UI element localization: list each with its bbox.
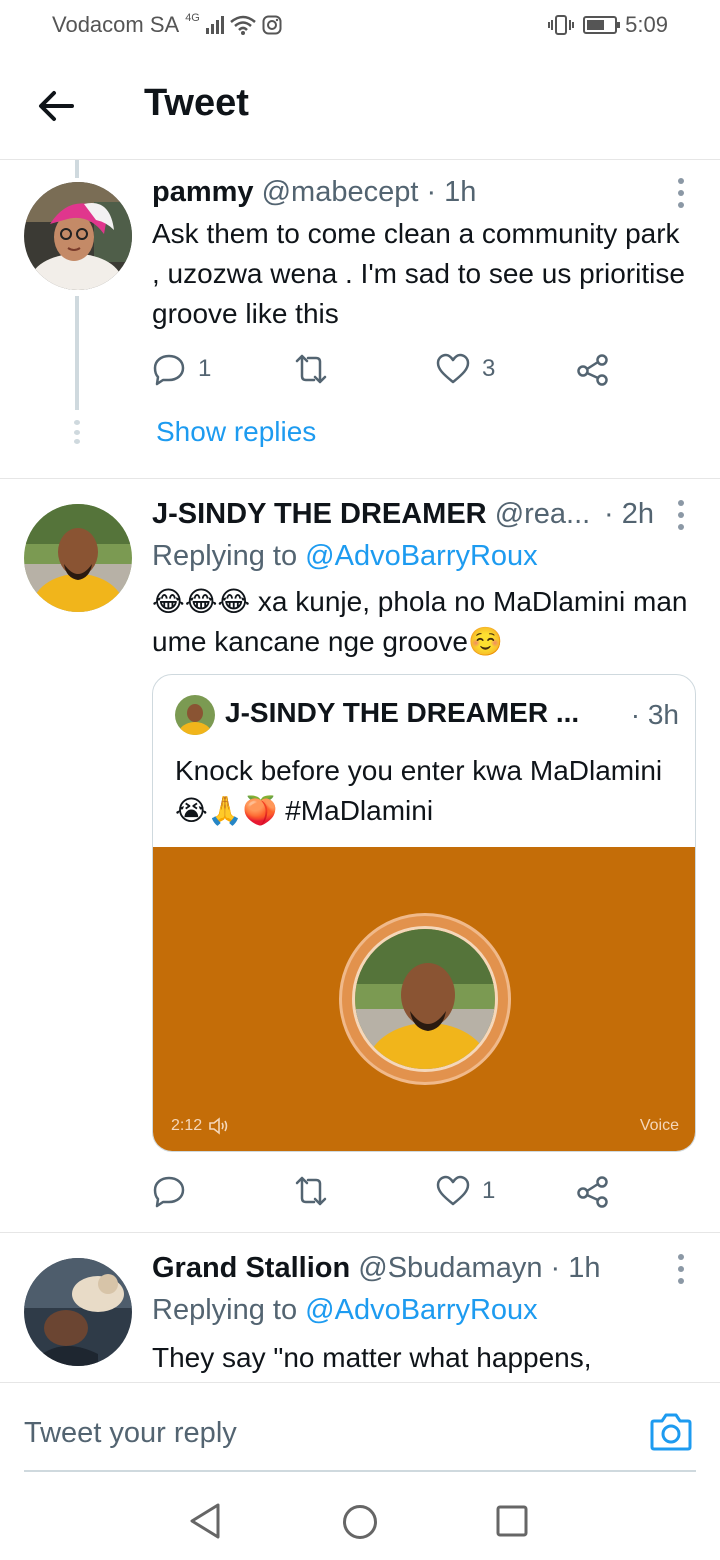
share-icon xyxy=(577,354,608,386)
reply-composer: Tweet your reply xyxy=(0,1382,720,1472)
avatar[interactable] xyxy=(24,1258,132,1366)
tweet-text: 😂😂😂 xa kunje, phola no MaDlamini man ume… xyxy=(152,586,688,657)
system-nav-bar xyxy=(0,1472,720,1560)
show-replies-link[interactable]: Show replies xyxy=(156,416,316,448)
tweet-text: They say "no matter what happens, xyxy=(152,1342,592,1373)
replying-to-prefix: Replying to xyxy=(152,540,298,572)
more-options-icon[interactable] xyxy=(676,1254,686,1284)
carrier-label: Vodacom SA xyxy=(52,12,180,37)
author-handle[interactable]: @Sbudamayn xyxy=(358,1252,542,1284)
like-count: 1 xyxy=(482,1177,496,1204)
speaker-icon[interactable] xyxy=(208,1117,230,1135)
author-handle[interactable]: @mabecept xyxy=(262,176,419,208)
wifi-icon xyxy=(230,15,256,35)
back-nav-icon[interactable] xyxy=(188,1502,222,1540)
quoted-tweet-text: Knock before you enter kwa MaDlamini😭🙏🍑 … xyxy=(175,755,663,826)
tweet-text: Ask them to come clean a community park … xyxy=(152,218,685,329)
vibrate-icon xyxy=(548,15,575,35)
tweet-author-line: Grand Stallion @Sbudamayn · 1h xyxy=(152,1252,601,1285)
divider xyxy=(0,478,720,479)
clock: 5:09 xyxy=(625,12,668,37)
instagram-icon xyxy=(262,15,282,35)
quoted-tweet-card[interactable]: J-SINDY THE DREAMER ... · 3h Knock befor… xyxy=(152,674,696,1152)
signal-icon xyxy=(205,16,224,34)
reply-input[interactable]: Tweet your reply xyxy=(24,1417,237,1450)
replying-to-line: Replying to @AdvoBarryRoux xyxy=(152,540,538,573)
top-app-bar: Tweet xyxy=(0,50,720,160)
status-right: 5:09 xyxy=(547,12,668,38)
voice-media[interactable]: 2:12 Voice xyxy=(153,847,695,1151)
quoted-tweet-time: · 3h xyxy=(630,699,679,730)
tweet-time: · 1h xyxy=(426,176,477,208)
media-duration: 2:12 xyxy=(171,1117,230,1135)
more-options-icon[interactable] xyxy=(676,500,686,530)
retweet-icon xyxy=(295,354,327,384)
tweet-time: · 1h xyxy=(550,1252,601,1284)
status-left: Vodacom SA 4G xyxy=(52,12,282,38)
heart-icon xyxy=(436,1175,470,1206)
replying-to-handle[interactable]: @AdvoBarryRoux xyxy=(305,540,538,572)
quoted-author-name: J-SINDY THE DREAMER ... xyxy=(225,697,580,728)
thread-connector-line xyxy=(75,296,79,410)
heart-icon xyxy=(436,353,470,384)
page-title: Tweet xyxy=(144,82,249,124)
camera-icon[interactable] xyxy=(650,1411,692,1451)
share-button[interactable] xyxy=(576,1174,610,1208)
home-nav-icon[interactable] xyxy=(342,1504,378,1540)
avatar xyxy=(175,695,215,735)
reply-button[interactable]: 1 xyxy=(152,352,211,386)
voice-label: Voice xyxy=(639,1117,679,1134)
tweet-time: · 2h xyxy=(604,498,654,530)
retweet-button[interactable] xyxy=(294,1174,328,1208)
network-type: 4G xyxy=(185,12,200,24)
retweet-button[interactable] xyxy=(294,352,328,386)
back-arrow-icon[interactable] xyxy=(34,84,78,128)
divider xyxy=(0,1232,720,1233)
reply-count: 1 xyxy=(198,355,212,382)
reply-icon xyxy=(153,354,185,386)
like-button[interactable]: 1 xyxy=(436,1174,495,1208)
author-name[interactable]: pammy xyxy=(152,176,254,208)
author-name[interactable]: J-SINDY THE DREAMER xyxy=(152,498,487,530)
like-count: 3 xyxy=(482,355,496,382)
avatar[interactable] xyxy=(24,182,132,290)
avatar[interactable] xyxy=(24,504,132,612)
tweet-actions: 1 xyxy=(152,1174,652,1214)
reply-button[interactable] xyxy=(152,1174,186,1208)
voice-avatar-ring xyxy=(339,913,511,1085)
replying-to-handle[interactable]: @AdvoBarryRoux xyxy=(305,1294,538,1326)
more-options-icon[interactable] xyxy=(676,178,686,208)
replying-to-line: Replying to @AdvoBarryRoux xyxy=(152,1294,538,1327)
thread-dots xyxy=(74,420,80,444)
tweet-author-line: pammy @mabecept · 1h xyxy=(152,176,476,209)
replying-to-prefix: Replying to xyxy=(152,1294,298,1326)
share-button[interactable] xyxy=(576,352,610,386)
tweet-actions: 1 3 xyxy=(152,352,652,392)
reply-icon xyxy=(153,1176,185,1208)
like-button[interactable]: 3 xyxy=(436,352,495,386)
author-handle[interactable]: @rea... xyxy=(495,498,591,530)
tweet-author-line: J-SINDY THE DREAMER @rea... xyxy=(152,498,590,531)
share-icon xyxy=(577,1176,608,1208)
retweet-icon xyxy=(295,1176,327,1206)
author-name[interactable]: Grand Stallion xyxy=(152,1252,350,1284)
status-bar: Vodacom SA 4G 5:09 xyxy=(0,0,720,50)
battery-icon xyxy=(583,16,621,34)
recents-nav-icon[interactable] xyxy=(496,1505,528,1537)
thread-connector-line xyxy=(75,160,79,178)
